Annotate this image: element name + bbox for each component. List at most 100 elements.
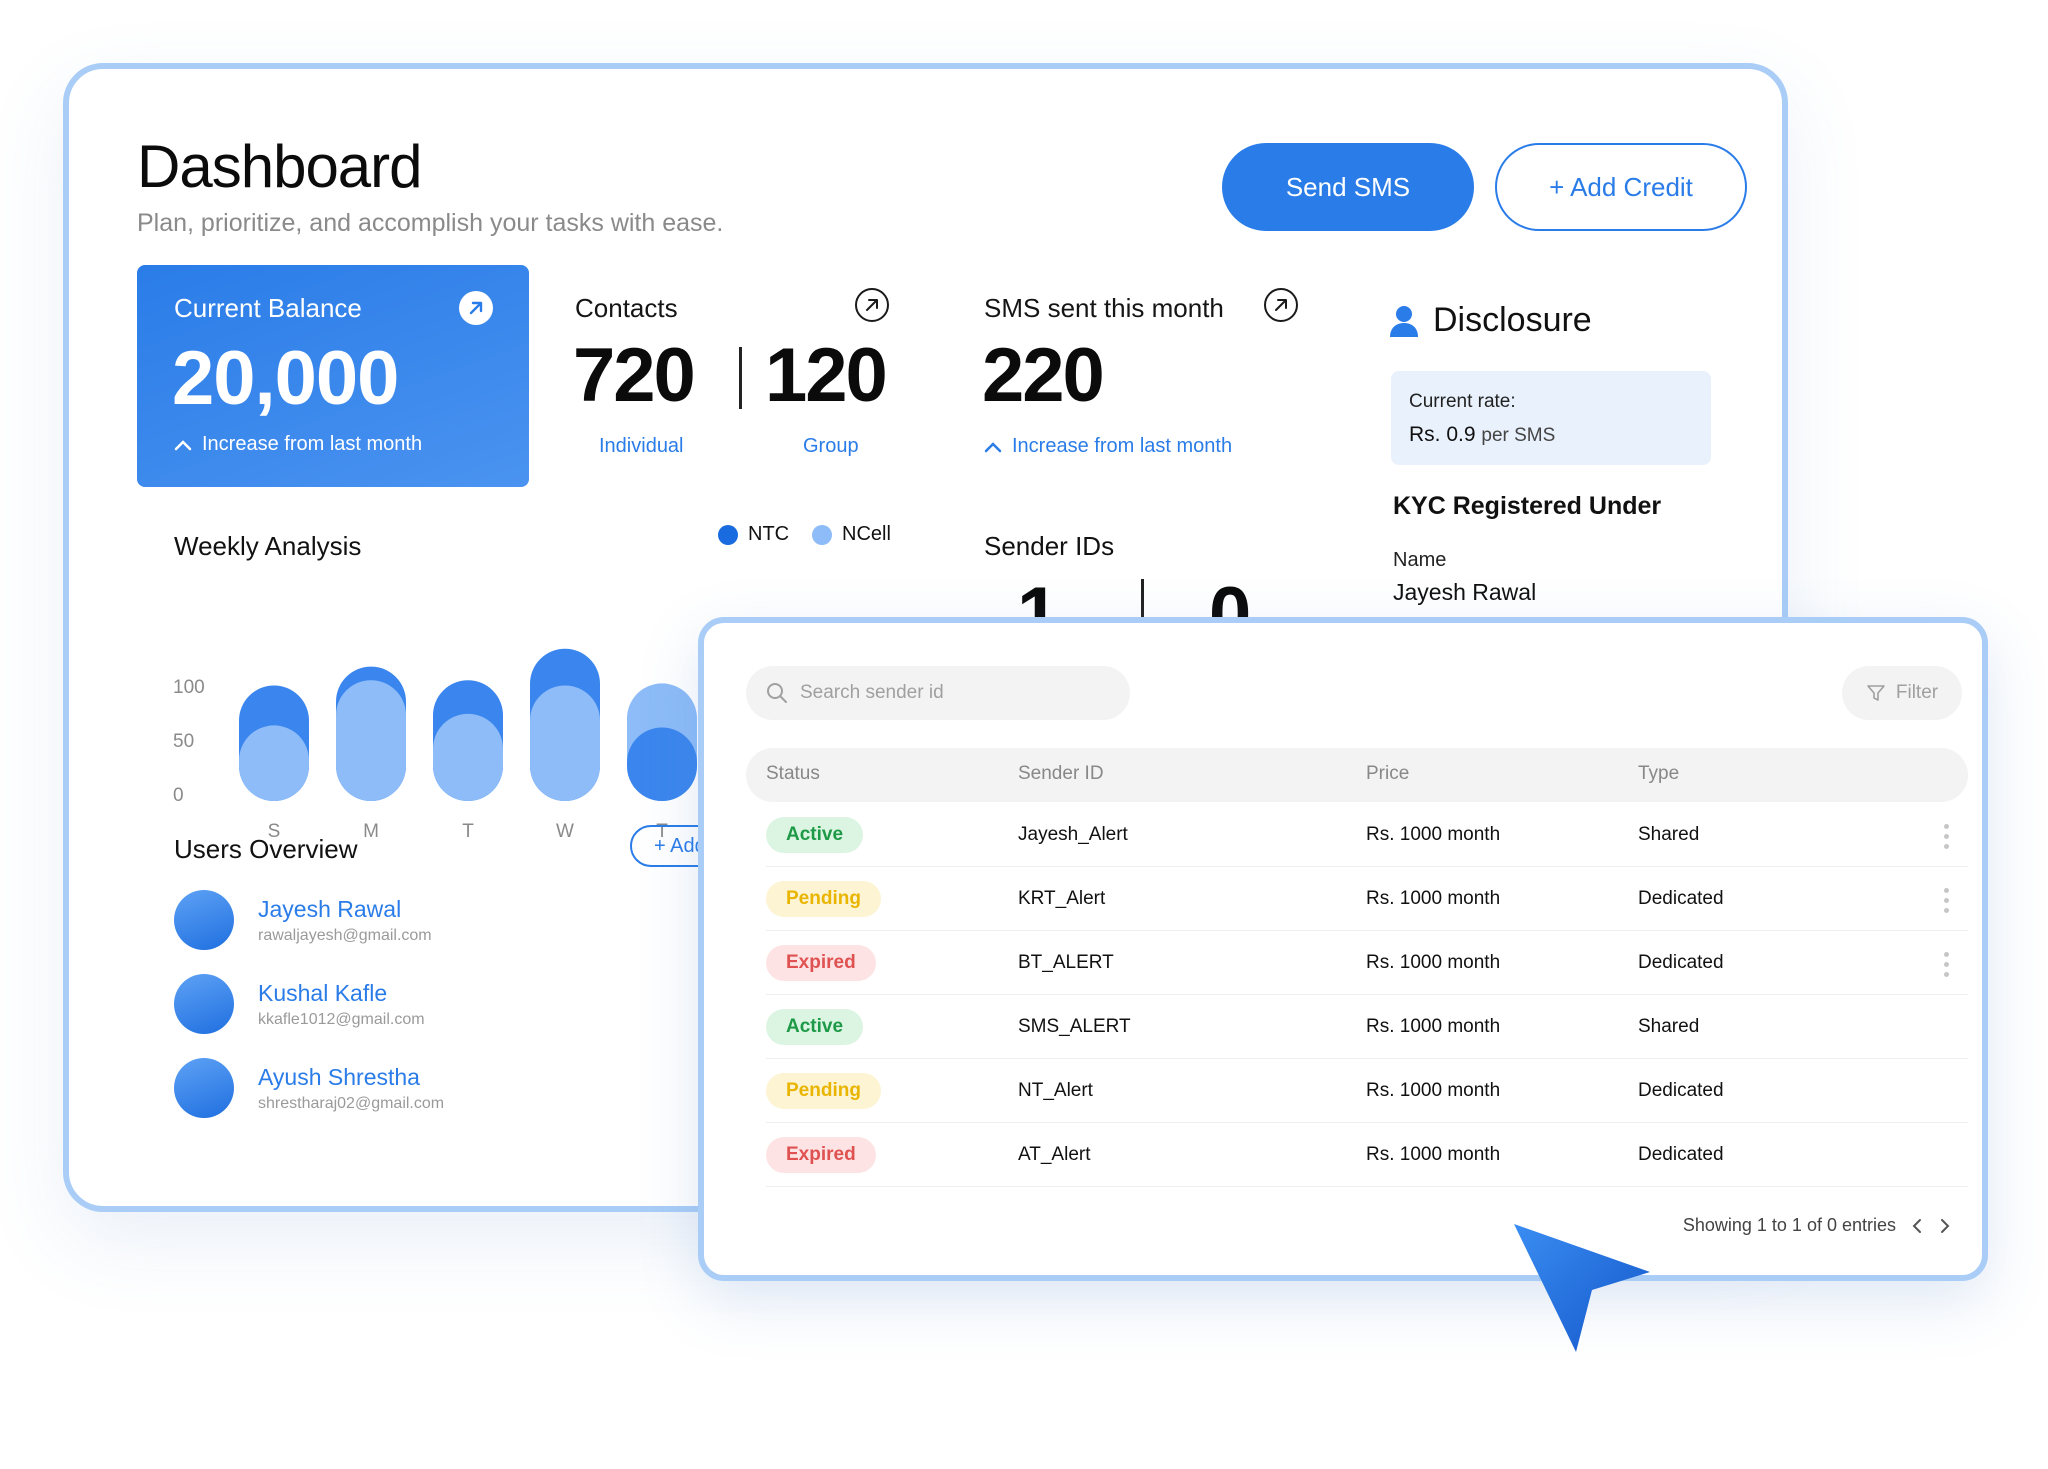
status-badge: Expired <box>766 945 876 981</box>
kyc-name-label: Name <box>1393 549 1447 571</box>
sender-id-cell: BT_ALERT <box>1018 952 1114 973</box>
user-email: rawaljayesh@gmail.com <box>258 926 432 944</box>
page-title: Dashboard <box>137 133 423 200</box>
add-credit-button[interactable]: + Add Credit <box>1495 143 1747 231</box>
rate-label: Current rate: <box>1409 391 1516 412</box>
type-cell: Shared <box>1638 1016 1700 1037</box>
balance-trend-text: Increase from last month <box>202 433 423 455</box>
type-cell: Dedicated <box>1638 1144 1724 1165</box>
sms-month-trend: Increase from last month <box>984 435 1232 458</box>
balance-trend: Increase from last month <box>174 433 422 456</box>
contacts-individual-value: 720 <box>573 333 696 418</box>
x-tick-label: T <box>462 821 474 842</box>
more-vertical-icon[interactable] <box>1944 952 1950 977</box>
bar-ncell <box>239 725 309 801</box>
rate-value-line: Rs. 0.9 per SMS <box>1409 423 1693 447</box>
rate-unit: per SMS <box>1481 425 1556 446</box>
sms-month-value: 220 <box>982 333 1105 418</box>
column-header-status[interactable]: Status <box>766 763 820 785</box>
legend-ntc: NTC <box>718 523 789 546</box>
user-list-item[interactable]: Ayush Shrestha shrestharaj02@gmail.com <box>174 1058 444 1118</box>
sender-id-cell: NT_Alert <box>1018 1080 1093 1101</box>
filter-label: Filter <box>1895 682 1939 703</box>
contacts-group-value: 120 <box>765 333 888 418</box>
sender-id-cell: Jayesh_Alert <box>1018 824 1128 845</box>
column-header-type[interactable]: Type <box>1638 763 1679 785</box>
avatar <box>174 890 234 950</box>
pagination: Showing 1 to 1 of 0 entries <box>1683 1215 1952 1236</box>
arrow-up-right-icon[interactable] <box>1264 288 1298 322</box>
more-vertical-icon[interactable] <box>1944 824 1950 849</box>
avatar <box>174 1058 234 1118</box>
type-cell: Dedicated <box>1638 888 1724 909</box>
legend-ncell-dot <box>812 524 832 545</box>
search-input[interactable]: Search sender id <box>746 666 1130 720</box>
arrow-up-right-icon[interactable] <box>855 288 889 322</box>
y-tick-label: 50 <box>173 731 194 752</box>
user-name: Kushal Kafle <box>258 979 388 1006</box>
kyc-name-value: Jayesh Rawal <box>1393 579 1537 605</box>
table-row[interactable]: Active Jayesh_Alert Rs. 1000 month Shared <box>766 804 1968 867</box>
status-badge: Active <box>766 817 864 853</box>
chevron-left-icon[interactable] <box>1910 1218 1924 1234</box>
price-cell: Rs. 1000 month <box>1366 824 1501 845</box>
type-cell: Dedicated <box>1638 952 1724 973</box>
bar-ncell <box>336 680 406 801</box>
chevron-up-icon <box>984 441 1002 452</box>
bar-ncell <box>433 713 503 801</box>
cursor-pointer-icon <box>1514 1224 1650 1352</box>
page-subtitle: Plan, prioritize, and accomplish your ta… <box>137 209 724 237</box>
sms-month-trend-text: Increase from last month <box>1012 435 1233 457</box>
user-email: kkafle1012@gmail.com <box>258 1010 425 1028</box>
table-row[interactable]: Active SMS_ALERT Rs. 1000 month Shared <box>766 996 1968 1059</box>
search-placeholder: Search sender id <box>800 682 944 703</box>
contacts-individual-label: Individual <box>599 435 684 457</box>
column-header-price[interactable]: Price <box>1366 763 1409 785</box>
user-email: shrestharaj02@gmail.com <box>258 1094 445 1112</box>
type-cell: Shared <box>1638 824 1700 845</box>
send-sms-button[interactable]: Send SMS <box>1222 143 1474 231</box>
table-row[interactable]: Expired BT_ALERT Rs. 1000 month Dedicated <box>766 932 1968 995</box>
user-list-item[interactable]: Kushal Kafle kkafle1012@gmail.com <box>174 974 425 1034</box>
table-header: Status Sender ID Price Type <box>746 748 1968 802</box>
rate-value: Rs. 0.9 <box>1409 423 1476 446</box>
user-name: Ayush Shrestha <box>258 1063 420 1090</box>
balance-label: Current Balance <box>174 293 362 323</box>
table-row[interactable]: Pending NT_Alert Rs. 1000 month Dedicated <box>766 1060 1968 1123</box>
type-cell: Dedicated <box>1638 1080 1724 1101</box>
sender-id-table-window: Search sender id Filter Status Sender ID… <box>698 617 1988 1281</box>
legend-ncell-label: NCell <box>842 523 891 545</box>
sender-id-cell: AT_Alert <box>1018 1144 1091 1165</box>
bar-ncell <box>530 685 600 801</box>
weekly-analysis-title: Weekly Analysis <box>174 531 362 561</box>
disclosure-title-text: Disclosure <box>1433 301 1592 339</box>
chevron-up-icon <box>174 439 192 450</box>
disclosure-title: Disclosure <box>1389 301 1592 340</box>
table-row[interactable]: Expired AT_Alert Rs. 1000 month Dedicated <box>766 1124 1968 1187</box>
contacts-divider <box>739 347 742 409</box>
sender-ids-title: Sender IDs <box>984 531 1115 561</box>
contacts-group-label: Group <box>803 435 859 457</box>
sender-id-cell: SMS_ALERT <box>1018 1016 1131 1037</box>
price-cell: Rs. 1000 month <box>1366 888 1501 909</box>
column-header-sender-id[interactable]: Sender ID <box>1018 763 1104 785</box>
x-tick-label: M <box>363 821 379 842</box>
filter-button[interactable]: Filter <box>1842 666 1962 720</box>
price-cell: Rs. 1000 month <box>1366 1080 1501 1101</box>
table-row[interactable]: Pending KRT_Alert Rs. 1000 month Dedicated <box>766 868 1968 931</box>
chevron-right-icon[interactable] <box>1938 1218 1952 1234</box>
bar-ntc <box>627 727 697 801</box>
sender-id-cell: KRT_Alert <box>1018 888 1106 909</box>
filter-icon <box>1867 685 1885 701</box>
balance-card[interactable]: Current Balance 20,000 Increase from las… <box>137 265 529 487</box>
user-list-item[interactable]: Jayesh Rawal rawaljayesh@gmail.com <box>174 890 432 950</box>
pagination-info: Showing 1 to 1 of 0 entries <box>1682 1215 1896 1235</box>
status-badge: Active <box>766 1009 864 1045</box>
users-overview-title: Users Overview <box>174 834 358 864</box>
avatar <box>174 974 234 1034</box>
kyc-title: KYC Registered Under <box>1393 492 1662 520</box>
more-vertical-icon[interactable] <box>1944 888 1950 913</box>
arrow-up-right-icon[interactable] <box>459 291 493 325</box>
legend-ntc-dot <box>718 524 738 545</box>
sms-month-label: SMS sent this month <box>984 293 1224 323</box>
